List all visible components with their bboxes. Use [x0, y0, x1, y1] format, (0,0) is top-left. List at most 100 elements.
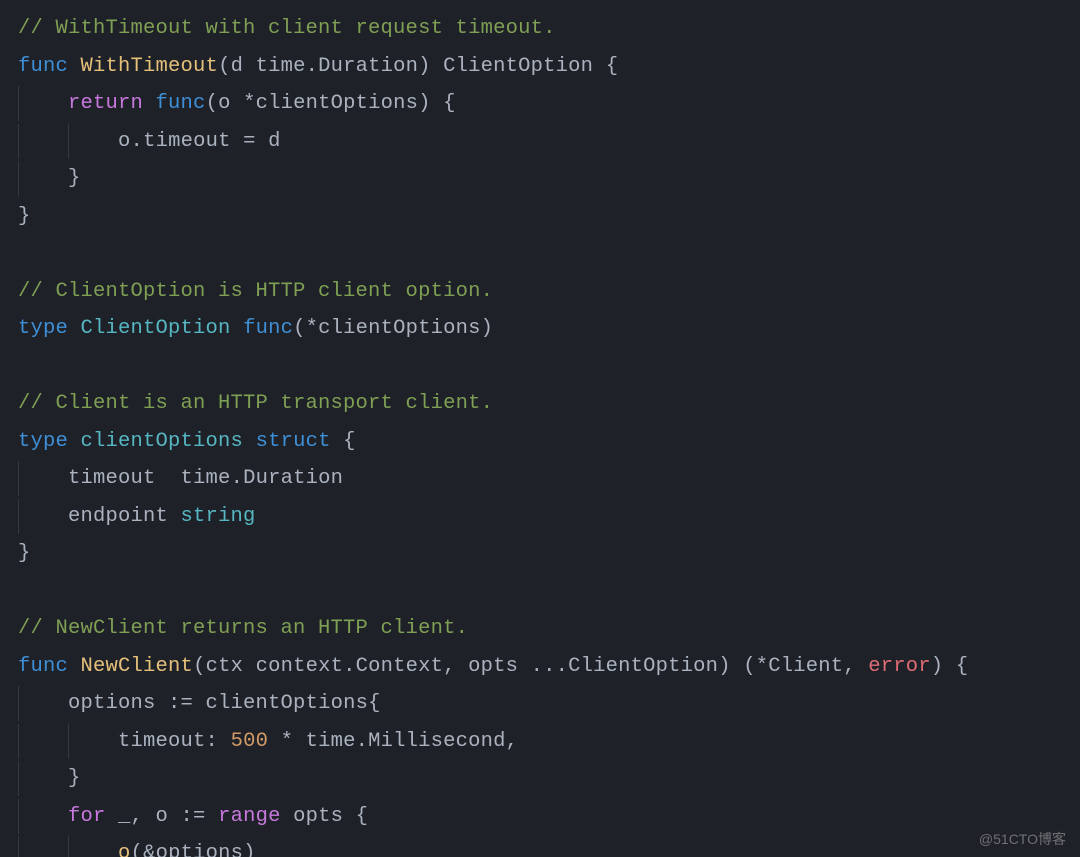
token-fn: o [118, 842, 131, 857]
token-kw: func [243, 317, 293, 340]
token-op: = [231, 130, 269, 153]
code-line[interactable]: func WithTimeout(d time.Duration) Client… [18, 48, 1080, 86]
token-id: Duration [243, 467, 343, 490]
token-fn: NewClient [81, 655, 194, 678]
indent-guide [18, 692, 68, 715]
token-id: context [256, 655, 344, 678]
code-editor[interactable]: // WithTimeout with client request timeo… [0, 0, 1080, 857]
indent-guide [18, 767, 68, 790]
indent-guide [68, 842, 118, 857]
code-line[interactable]: // Client is an HTTP transport client. [18, 385, 1080, 423]
token-id: Duration [318, 55, 418, 78]
token-id: d [268, 130, 281, 153]
token-op: * [243, 92, 256, 115]
token-op: } [68, 167, 81, 190]
token-cmt: // WithTimeout with client request timeo… [18, 17, 556, 40]
token-op: ) [418, 55, 443, 78]
token-op: , opts [443, 655, 531, 678]
token-cmt: // ClientOption is HTTP client option. [18, 280, 493, 303]
indent-guide [18, 505, 68, 528]
indent-guide [18, 92, 68, 115]
token-op: * [268, 730, 306, 753]
code-line[interactable]: type clientOptions struct { [18, 423, 1080, 461]
token-kw: func [156, 92, 206, 115]
token-ret: for [68, 805, 106, 828]
token-err: error [868, 655, 931, 678]
watermark: @51CTO博客 [979, 829, 1066, 849]
token-id: o [118, 130, 131, 153]
token-op: (ctx [193, 655, 256, 678]
code-line[interactable]: } [18, 535, 1080, 573]
token-typ: clientOptions [81, 430, 244, 453]
code-line[interactable]: } [18, 160, 1080, 198]
token-op: } [68, 767, 81, 790]
token-op: (o [206, 92, 244, 115]
code-line[interactable]: } [18, 760, 1080, 798]
token-id: timeout [118, 730, 206, 753]
token-op: _, o := [106, 805, 219, 828]
code-line[interactable]: options := clientOptions{ [18, 685, 1080, 723]
token-op: . [131, 130, 144, 153]
code-line[interactable]: return func(o *clientOptions) { [18, 85, 1080, 123]
token-op: { [368, 692, 381, 715]
code-line[interactable]: } [18, 198, 1080, 236]
token-kw: func [18, 55, 68, 78]
code-line[interactable]: timeout time.Duration [18, 460, 1080, 498]
token-op: ) [481, 317, 494, 340]
indent-guide [18, 730, 68, 753]
code-line[interactable]: o(&options) [18, 835, 1080, 857]
token-cmt: // Client is an HTTP transport client. [18, 392, 493, 415]
token-typ: ClientOption [81, 317, 231, 340]
indent-guide [18, 805, 68, 828]
token-kw: struct [256, 430, 331, 453]
token-id: time [256, 55, 306, 78]
token-op: } [18, 542, 31, 565]
token-op: opts { [281, 805, 369, 828]
indent-guide [68, 130, 118, 153]
code-line[interactable]: // NewClient returns an HTTP client. [18, 610, 1080, 648]
indent-guide [68, 730, 118, 753]
token-op: . [356, 730, 369, 753]
indent-guide [18, 167, 68, 190]
token-kw: func [18, 655, 68, 678]
token-op: : [206, 730, 231, 753]
token-kw: type [18, 430, 68, 453]
token-op: } [18, 205, 31, 228]
code-line[interactable]: timeout: 500 * time.Millisecond, [18, 723, 1080, 761]
code-line[interactable]: o.timeout = d [18, 123, 1080, 161]
token-op: , [843, 655, 868, 678]
token-op: ) { [418, 92, 456, 115]
token-id: ClientOption [443, 55, 593, 78]
token-op: . [231, 467, 244, 490]
token-id: options [68, 692, 156, 715]
token-id: Client [768, 655, 843, 678]
indent-guide [18, 130, 68, 153]
token-id: options [156, 842, 244, 857]
code-line[interactable]: endpoint string [18, 498, 1080, 536]
code-line[interactable]: func NewClient(ctx context.Context, opts… [18, 648, 1080, 686]
code-line[interactable]: // WithTimeout with client request timeo… [18, 10, 1080, 48]
token-op: * [306, 317, 319, 340]
token-id: clientOptions [206, 692, 369, 715]
token-op: := [156, 692, 206, 715]
token-ret: range [218, 805, 281, 828]
token-op: . [306, 55, 319, 78]
token-op: & [143, 842, 156, 857]
token-id: clientOptions [318, 317, 481, 340]
token-op: { [331, 430, 356, 453]
token-str: string [181, 505, 256, 528]
code-line[interactable] [18, 235, 1080, 273]
token-op: ... [531, 655, 569, 678]
token-op: , [506, 730, 519, 753]
code-line[interactable]: // ClientOption is HTTP client option. [18, 273, 1080, 311]
code-line[interactable]: type ClientOption func(*clientOptions) [18, 310, 1080, 348]
token-id: Context [356, 655, 444, 678]
token-num: 500 [231, 730, 269, 753]
code-line[interactable] [18, 348, 1080, 386]
code-line[interactable] [18, 573, 1080, 611]
token-id: Millisecond [368, 730, 506, 753]
token-id: clientOptions [256, 92, 419, 115]
token-op: ( [131, 842, 144, 857]
token-ret: return [68, 92, 143, 115]
code-line[interactable]: for _, o := range opts { [18, 798, 1080, 836]
